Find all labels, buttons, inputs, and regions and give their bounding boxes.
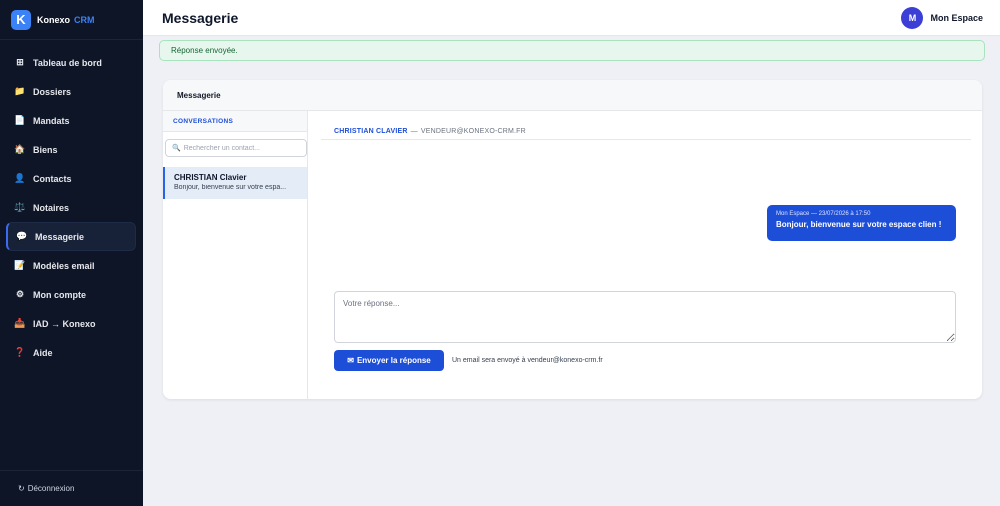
sidebar-item-label: Dossiers — [33, 86, 72, 97]
brand-name: Konexo — [37, 14, 71, 25]
message-text: Bonjour, bienvenue sur votre espace clie… — [776, 220, 942, 229]
logout-label: Déconnexion — [27, 484, 75, 493]
message-thread: CHRISTIAN CLAVIER — VENDEUR@KONEXO-CRM.F… — [321, 111, 971, 399]
logout-icon: ↻ — [18, 484, 25, 493]
send-reply-label: Envoyer la réponse — [356, 356, 431, 365]
thread-separator: — — [410, 128, 418, 135]
sidebar-item-label: Messagerie — [35, 231, 85, 242]
page-title: Messagerie — [162, 9, 239, 26]
sidebar-item-label: IAD → Konexo — [33, 318, 96, 329]
sidebar-item-modeles-email[interactable]: 📝 Modèles email — [6, 251, 136, 280]
sidebar-item-notaires[interactable]: ⚖️ Notaires — [6, 193, 136, 222]
document-icon: 📄 — [14, 115, 26, 125]
user-menu[interactable]: M Mon Espace — [901, 7, 983, 29]
thread-header: CHRISTIAN CLAVIER — VENDEUR@KONEXO-CRM.F… — [321, 111, 971, 140]
dashboard-icon: ⊞ — [16, 57, 24, 67]
conversations-heading: CONVERSATIONS — [163, 111, 307, 132]
messaging-card: Messagerie CONVERSATIONS 🔍 CHRISTIAN Cla… — [163, 80, 982, 399]
sidebar: K Konexo CRM ⊞ Tableau de bord 📁 Dossier… — [0, 0, 143, 506]
sidebar-item-label: Mon compte — [33, 289, 86, 300]
send-reply-button[interactable]: ✉ Envoyer la réponse — [334, 350, 444, 371]
thread-contact-email: VENDEUR@KONEXO-CRM.FR — [420, 128, 526, 135]
scales-icon: ⚖️ — [14, 202, 26, 212]
sidebar-item-mon-compte[interactable]: ⚙ Mon compte — [6, 280, 136, 309]
folder-icon: 📁 — [14, 86, 26, 96]
reply-textarea[interactable] — [334, 291, 956, 343]
message-meta: Mon Espace — 23/07/2026 à 17:50 — [776, 211, 871, 217]
card-title: Messagerie — [163, 80, 982, 111]
sidebar-item-iad-konexo[interactable]: 📥 IAD → Konexo — [6, 309, 136, 338]
logout-link[interactable]: ↻ Déconnexion — [0, 470, 143, 506]
brand[interactable]: K Konexo CRM — [0, 0, 143, 40]
brand-crm: CRM — [74, 14, 95, 25]
conversation-contact-name: CHRISTIAN Clavier — [174, 173, 247, 182]
conversations-panel: CONVERSATIONS 🔍 CHRISTIAN Clavier Bonjou… — [163, 111, 308, 399]
sidebar-item-label: Modèles email — [33, 260, 95, 271]
house-icon: 🏠 — [14, 144, 26, 154]
sidebar-item-label: Aide — [33, 347, 53, 358]
sidebar-item-tableau-de-bord[interactable]: ⊞ Tableau de bord — [6, 48, 136, 77]
speech-bubble-icon: 💬 — [16, 231, 28, 241]
search-icon: 🔍 — [172, 145, 181, 152]
person-icon: 👤 — [14, 173, 26, 183]
logo-icon: K — [11, 9, 31, 30]
envelope-icon: ✉ — [347, 356, 354, 365]
sidebar-item-biens[interactable]: 🏠 Biens — [6, 135, 136, 164]
avatar: M — [901, 7, 924, 29]
sidebar-item-contacts[interactable]: 👤 Contacts — [6, 164, 136, 193]
sidebar-item-dossiers[interactable]: 📁 Dossiers — [6, 77, 136, 106]
contact-search[interactable]: 🔍 — [165, 139, 307, 157]
sidebar-item-label: Notaires — [33, 202, 70, 213]
thread-contact-name: CHRISTIAN CLAVIER — [334, 128, 408, 135]
inbox-tray-icon: 📥 — [14, 318, 26, 328]
sidebar-item-mandats[interactable]: 📄 Mandats — [6, 106, 136, 135]
topbar: Messagerie M Mon Espace — [143, 0, 1000, 36]
success-alert: Réponse envoyée. — [159, 40, 985, 61]
conversation-preview: Bonjour, bienvenue sur votre espa... — [174, 184, 287, 191]
search-input[interactable] — [183, 144, 304, 152]
sidebar-nav: ⊞ Tableau de bord 📁 Dossiers 📄 Mandats 🏠… — [0, 48, 143, 367]
message-bubble: Mon Espace — 23/07/2026 à 17:50 Bonjour,… — [767, 205, 956, 241]
memo-icon: 📝 — [14, 260, 26, 270]
sidebar-item-label: Contacts — [33, 173, 72, 184]
email-hint: Un email sera envoyé à vendeur@konexo-cr… — [452, 357, 603, 364]
sidebar-item-label: Mandats — [33, 115, 70, 126]
sidebar-item-label: Biens — [33, 144, 58, 155]
sidebar-item-label: Tableau de bord — [33, 57, 102, 68]
sidebar-item-messagerie[interactable]: 💬 Messagerie — [6, 222, 136, 251]
conversation-item[interactable]: CHRISTIAN Clavier Bonjour, bienvenue sur… — [163, 167, 307, 199]
user-name: Mon Espace — [930, 13, 983, 23]
sidebar-item-aide[interactable]: ❓ Aide — [6, 338, 136, 367]
question-mark-icon: ❓ — [14, 347, 26, 357]
success-alert-text: Réponse envoyée. — [171, 46, 238, 55]
gear-icon: ⚙ — [15, 289, 25, 299]
